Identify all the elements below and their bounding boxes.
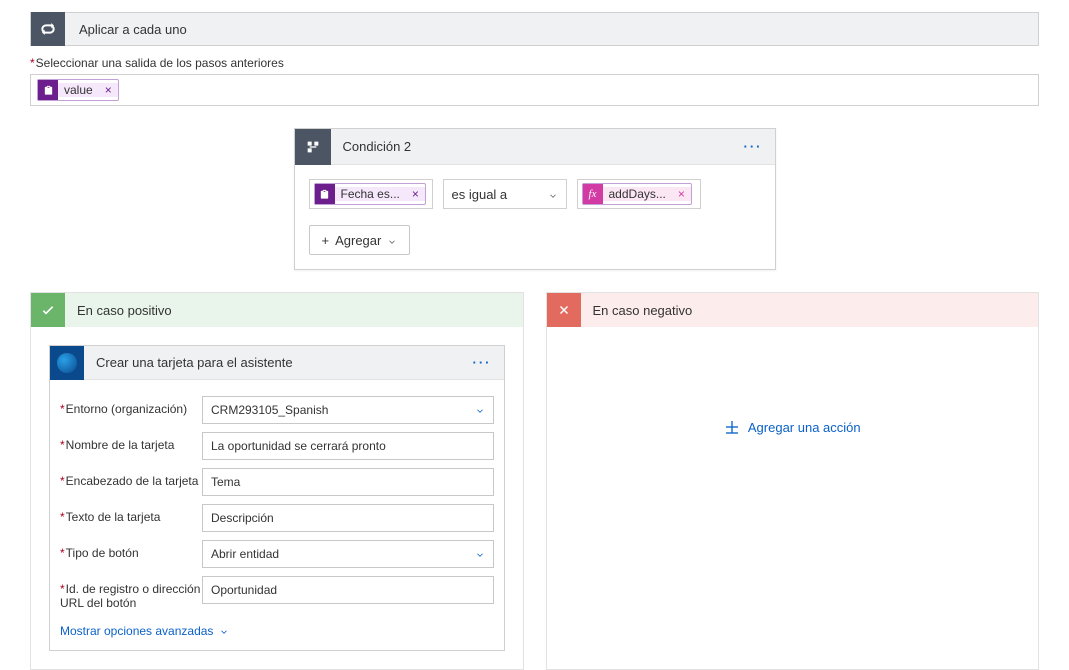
condition-operator-select[interactable]: es igual a [443, 179, 567, 209]
clipboard-icon [38, 80, 58, 100]
add-action-label: Agregar una acción [748, 420, 861, 435]
token-label: addDays... [603, 187, 672, 201]
adddays-token[interactable]: fx addDays... × [582, 183, 692, 205]
fecha-token[interactable]: Fecha es... × [314, 183, 426, 205]
condition-title: Condición 2 [331, 139, 412, 154]
negative-branch-header[interactable]: En caso negativo [547, 293, 1039, 327]
chevron-down-icon [387, 235, 397, 245]
positive-branch-header[interactable]: En caso positivo [31, 293, 523, 327]
foreach-field-label: Seleccionar una salida de los pasos ante… [30, 56, 1039, 70]
token-remove[interactable]: × [406, 187, 425, 201]
cardheader-input[interactable]: Tema [202, 468, 494, 496]
cardname-value: La oportunidad se cerrará pronto [211, 439, 386, 453]
add-action-icon [724, 419, 740, 435]
foreach-title: Aplicar a cada uno [65, 22, 187, 37]
condition-right-operand[interactable]: fx addDays... × [577, 179, 701, 209]
chevron-down-icon [219, 626, 229, 636]
negative-branch: En caso negativo Agregar una acción [546, 292, 1040, 670]
cardtext-value: Descripción [211, 511, 274, 525]
advanced-label: Mostrar opciones avanzadas [60, 624, 213, 638]
add-condition-button[interactable]: + Agregar [309, 225, 411, 255]
value-token[interactable]: value × [37, 79, 119, 101]
env-label: Entorno (organización) [60, 396, 202, 416]
token-remove[interactable]: × [99, 83, 118, 97]
token-label: value [58, 83, 99, 97]
cardheader-value: Tema [211, 475, 240, 489]
add-action-button[interactable]: Agregar una acción [724, 419, 861, 435]
show-advanced-link[interactable]: Mostrar opciones avanzadas [60, 624, 229, 638]
plus-icon: + [322, 233, 330, 248]
condition-header[interactable]: Condición 2 ··· [295, 129, 775, 165]
recordid-value: Oportunidad [211, 583, 277, 597]
cardheader-label: Encabezado de la tarjeta [60, 468, 202, 488]
condition-menu-button[interactable]: ··· [744, 139, 775, 154]
condition-icon [295, 129, 331, 165]
cardtext-label: Texto de la tarjeta [60, 504, 202, 524]
operator-value: es igual a [452, 187, 508, 202]
clipboard-icon [315, 184, 335, 204]
dynamics-icon [50, 346, 84, 380]
recordid-input[interactable]: Oportunidad [202, 576, 494, 604]
recordid-label: Id. de registro o dirección URL del botó… [60, 576, 202, 610]
chevron-down-icon [548, 189, 558, 199]
cardname-input[interactable]: La oportunidad se cerrará pronto [202, 432, 494, 460]
negative-branch-title: En caso negativo [581, 303, 693, 318]
action-title: Crear una tarjeta para el asistente [84, 355, 293, 370]
add-label: Agregar [335, 233, 381, 248]
close-icon [547, 293, 581, 327]
chevron-down-icon [475, 405, 485, 415]
loop-icon [31, 12, 65, 46]
env-value: CRM293105_Spanish [211, 403, 328, 417]
create-card-action: Crear una tarjeta para el asistente ··· … [49, 345, 505, 651]
fx-icon: fx [583, 184, 603, 204]
token-label: Fecha es... [335, 187, 406, 201]
positive-branch-title: En caso positivo [65, 303, 172, 318]
foreach-input-row[interactable]: value × [30, 74, 1039, 106]
buttontype-value: Abrir entidad [211, 547, 279, 561]
condition-left-operand[interactable]: Fecha es... × [309, 179, 433, 209]
cardname-label: Nombre de la tarjeta [60, 432, 202, 452]
action-menu-button[interactable]: ··· [473, 355, 504, 370]
check-icon [31, 293, 65, 327]
chevron-down-icon [475, 549, 485, 559]
buttontype-select[interactable]: Abrir entidad [202, 540, 494, 568]
action-header[interactable]: Crear una tarjeta para el asistente ··· [50, 346, 504, 380]
cardtext-input[interactable]: Descripción [202, 504, 494, 532]
token-remove[interactable]: × [672, 187, 691, 201]
condition-card: Condición 2 ··· Fecha es... × [294, 128, 776, 270]
positive-branch: En caso positivo Crear una tarjeta para … [30, 292, 524, 670]
buttontype-label: Tipo de botón [60, 540, 202, 560]
env-select[interactable]: CRM293105_Spanish [202, 396, 494, 424]
foreach-step-header[interactable]: Aplicar a cada uno [30, 12, 1039, 46]
